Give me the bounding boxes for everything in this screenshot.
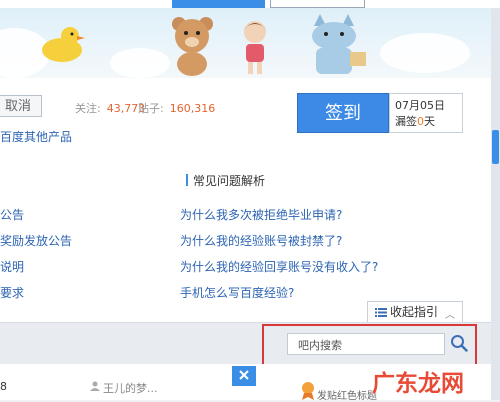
cat-illustration bbox=[312, 14, 366, 74]
top-primary-button[interactable] bbox=[172, 0, 265, 8]
user-icon bbox=[90, 381, 100, 391]
faq-item[interactable]: 为什么我的经验账号被封禁了? bbox=[180, 232, 342, 249]
page-scrollbar[interactable] bbox=[491, 8, 500, 400]
watermark-text: 广东龙网 bbox=[372, 371, 464, 397]
faq-title: 常见问题解析 bbox=[193, 174, 266, 188]
missed-days: 漏签0天 bbox=[395, 115, 435, 128]
post-reply-count: 8 bbox=[0, 380, 7, 393]
collapse-guide-button[interactable]: 收起指引 ︿ bbox=[367, 301, 463, 323]
close-icon[interactable] bbox=[232, 366, 256, 386]
cancel-follow-button[interactable]: 取消 bbox=[0, 95, 42, 117]
followers-label: 关注: bbox=[75, 102, 101, 115]
faq-item[interactable]: 为什么我的经验回享账号没有收入了? bbox=[180, 258, 378, 275]
medal-icon bbox=[302, 382, 314, 400]
posts-value: 160,316 bbox=[169, 102, 216, 115]
sign-date: 07月05日 bbox=[395, 99, 445, 112]
faq-title-marker bbox=[186, 174, 188, 186]
left-list-item[interactable]: 公告 bbox=[0, 206, 24, 223]
collapse-guide-label: 收起指引 bbox=[390, 305, 439, 319]
faq-item[interactable]: 手机怎么写百度经验? bbox=[180, 284, 294, 301]
bear-illustration bbox=[172, 17, 213, 76]
left-list-item[interactable]: 要求 bbox=[0, 284, 24, 301]
forum-banner bbox=[0, 8, 500, 78]
list-icon bbox=[375, 308, 387, 317]
post-author[interactable]: 王儿的梦... bbox=[103, 380, 158, 396]
sign-date-box: 07月05日 漏签0天 bbox=[389, 93, 463, 133]
other-products-link[interactable]: 百度其他产品 bbox=[0, 128, 72, 145]
faq-item[interactable]: 为什么我多次被拒绝毕业申请? bbox=[180, 206, 342, 223]
top-secondary-button[interactable] bbox=[270, 0, 365, 8]
duck-illustration bbox=[42, 27, 85, 62]
girl-illustration bbox=[244, 21, 266, 74]
sign-in-button[interactable]: 签到 bbox=[297, 93, 389, 133]
page-scrollbar-thumb[interactable] bbox=[492, 130, 499, 164]
posts-stat: 贴子: 160,316 bbox=[138, 100, 215, 116]
followers-stat: 关注: 43,773 bbox=[75, 100, 145, 116]
left-list-item[interactable]: 说明 bbox=[0, 258, 24, 275]
left-list-item[interactable]: 奖励发放公告 bbox=[0, 232, 72, 249]
posts-label: 贴子: bbox=[138, 102, 164, 115]
